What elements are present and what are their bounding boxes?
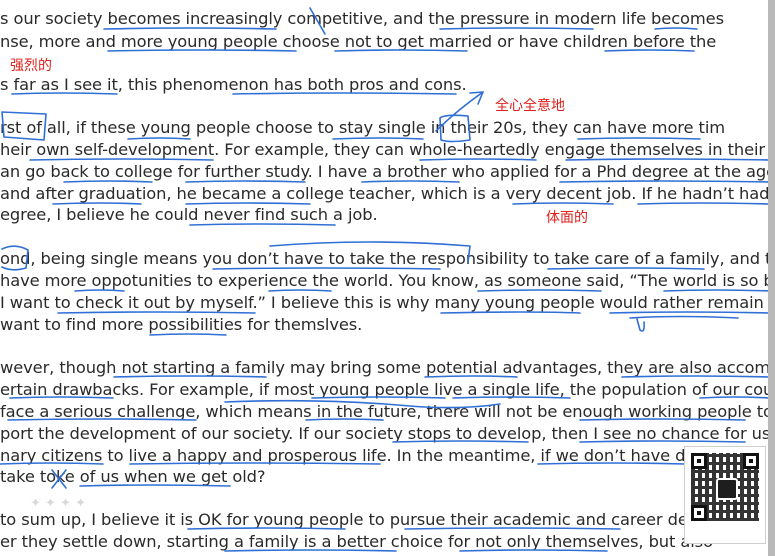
annotation-note: 体面的 [546,210,588,226]
text-line: nse, more and more young people choose n… [0,32,717,51]
text-line: I want to check it out by myself.” I bel… [0,293,775,312]
text-line: s our society becomes increasingly compe… [0,9,724,28]
text-line: er they settle down, starting a family i… [0,532,713,551]
qr-code [684,446,766,544]
text-line: to sum up, I believe it is OK for young … [0,510,708,529]
window-edge [768,0,775,556]
text-line: ond, being single means you don’t have t… [0,249,775,268]
text-line: port the development of our society. If … [0,424,771,443]
text-line: an go back to college for further study.… [0,162,775,181]
annotation-note: 全心全意地 [495,98,565,114]
text-line: rst of all, if these young people choose… [0,118,725,137]
annotation-note: 强烈的 [10,58,52,74]
qr-finder [691,453,707,469]
text-line: nary citizens to live a happy and prospe… [0,446,704,465]
pen-stroke [629,315,739,319]
text-line: and after graduation, he became a colleg… [0,184,775,203]
text-line: heir own self-development. For example, … [0,140,775,159]
text-line: want to find more possibilities for them… [0,315,363,334]
qr-logo-icon [716,478,738,500]
text-line: s far as I see it, this phenomenon has b… [0,75,467,94]
watermark: ✦ ✦ ✦ ✦ [30,496,86,511]
text-line: have more oppotunities to experience the… [0,271,775,290]
text-line: wever, though not starting a family may … [0,358,775,377]
pen-stroke [636,318,645,332]
qr-finder [743,453,759,469]
text-line: egree, I believe he could never find suc… [0,205,378,224]
qr-finder [691,505,707,521]
text-line: ertain drawbacks. For example, if most y… [0,380,775,399]
arrow-head [469,91,484,105]
text-line: take toke of us when we get old? [0,467,266,486]
text-line: face a serious challenge, which means in… [0,402,773,421]
